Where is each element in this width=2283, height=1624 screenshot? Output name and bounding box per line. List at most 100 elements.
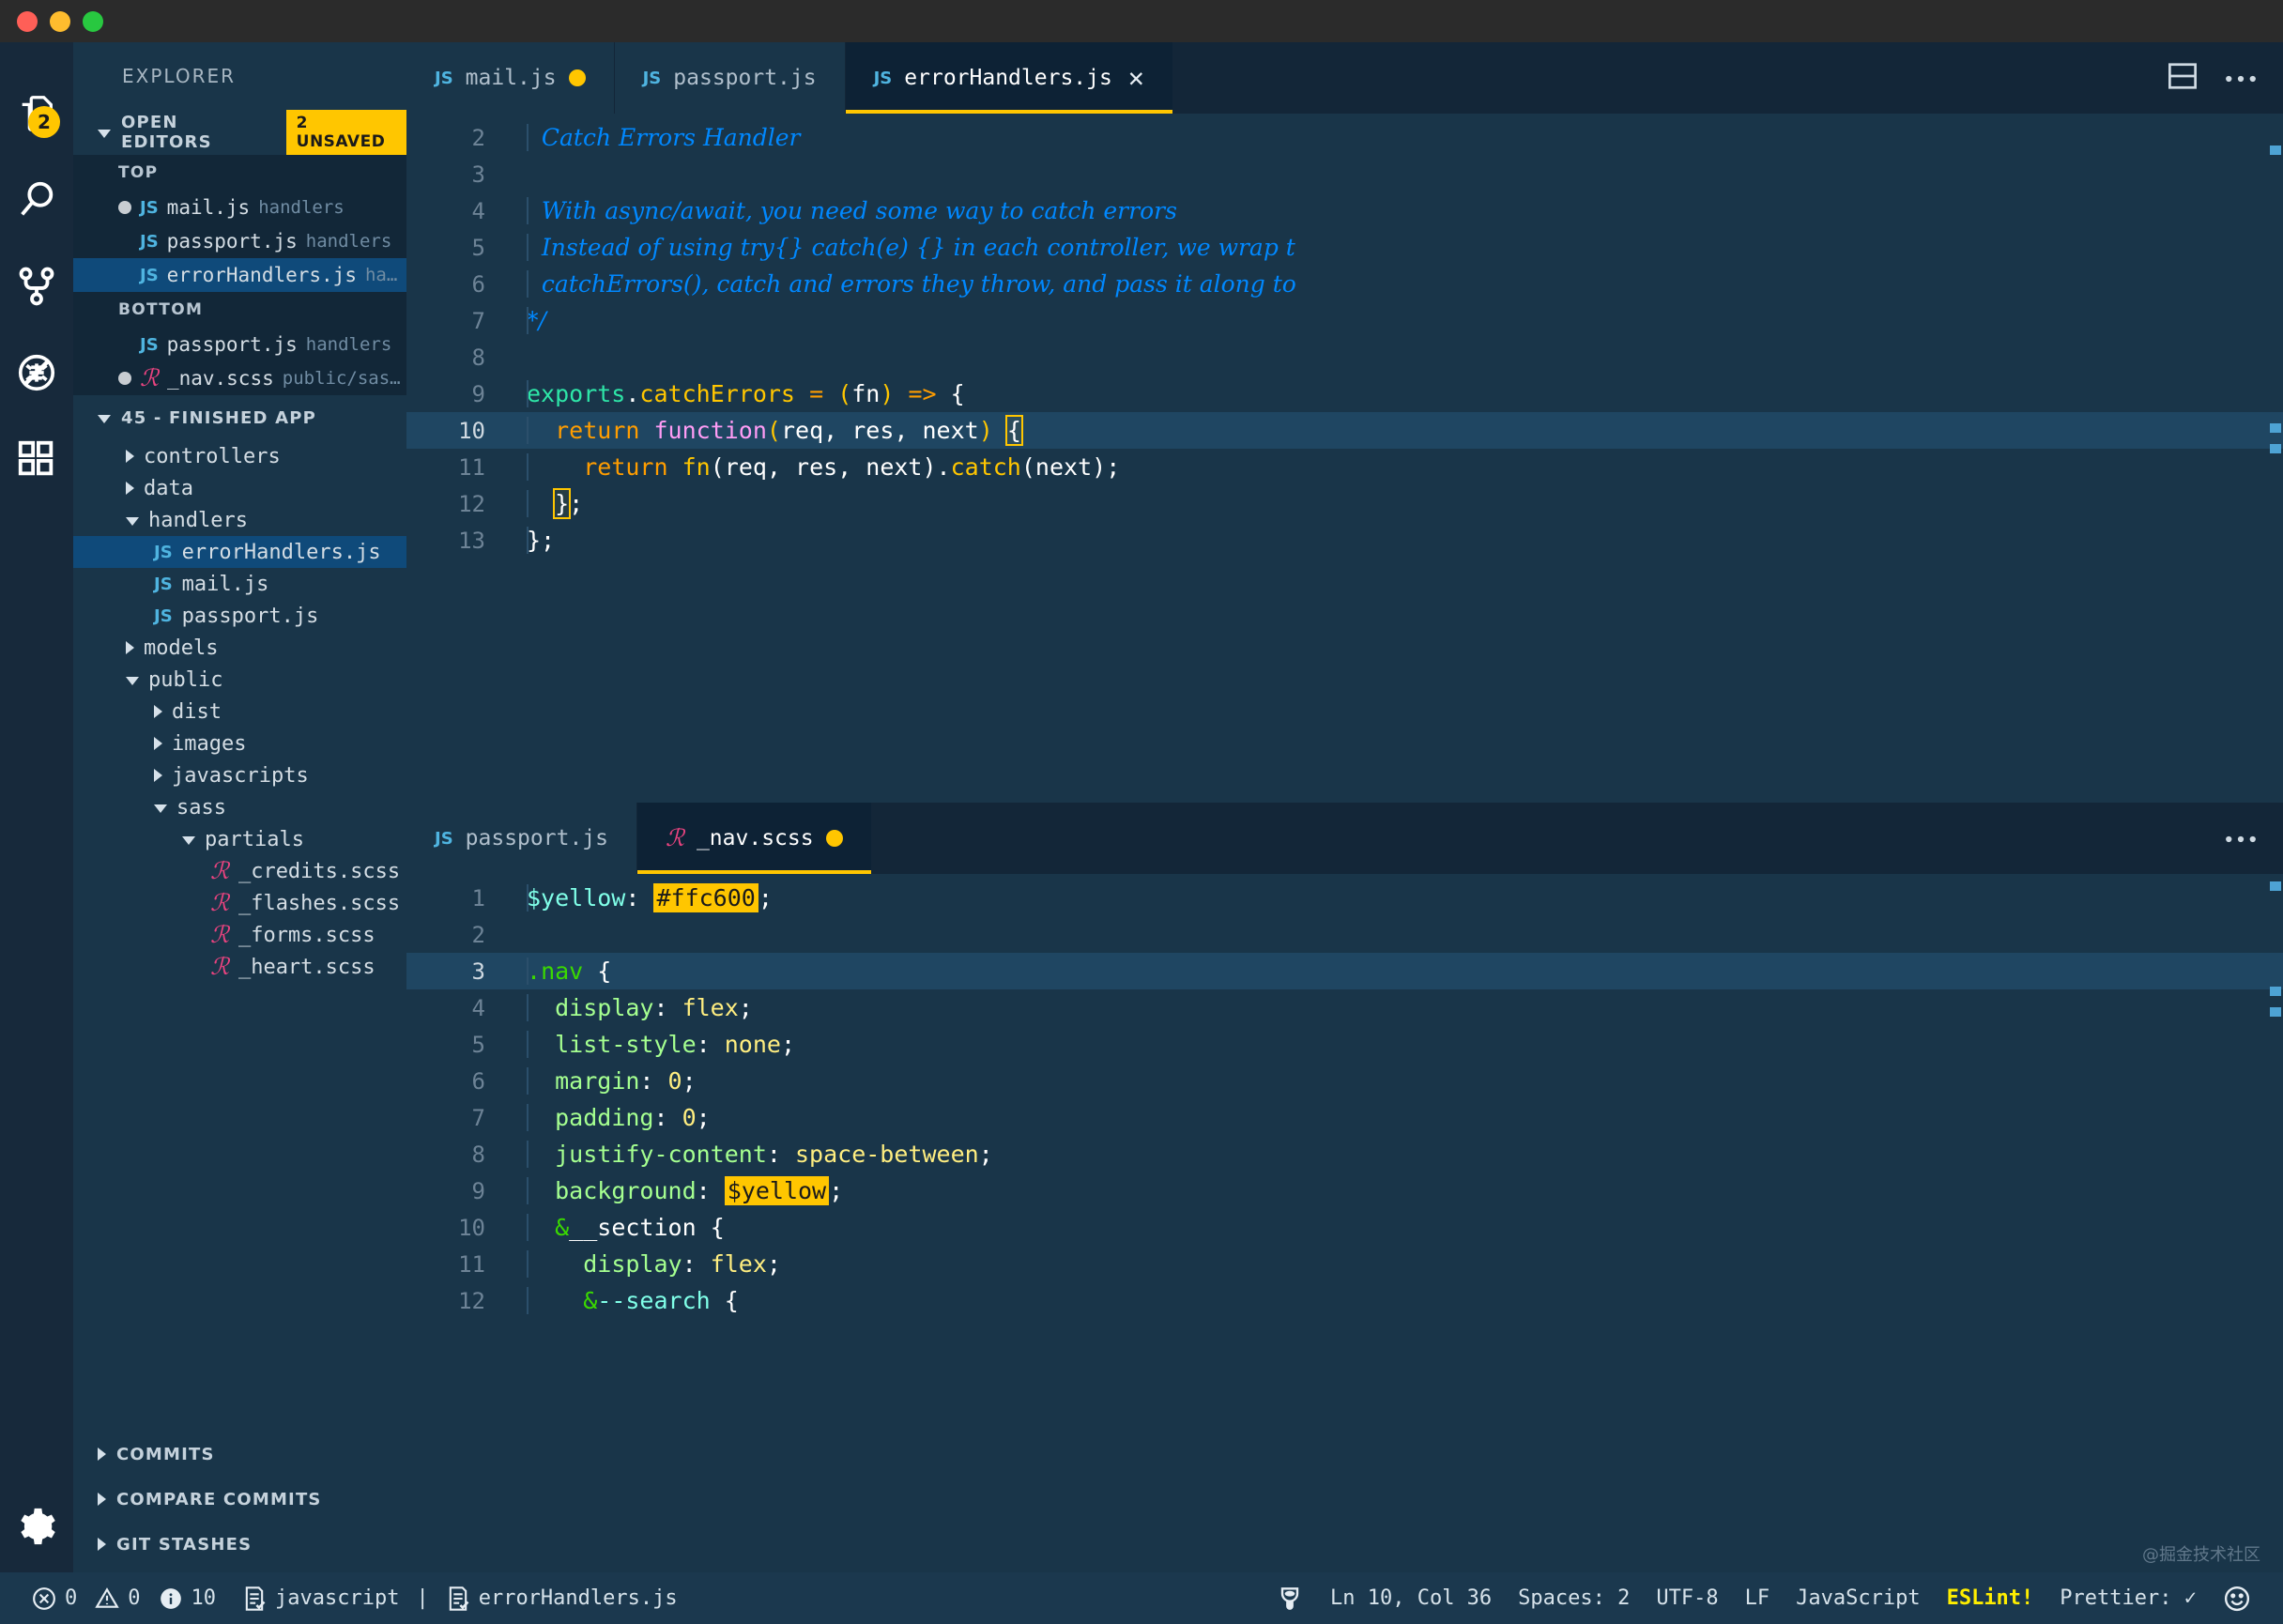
line-number: 6 [471, 270, 485, 298]
close-window-button[interactable] [17, 10, 38, 32]
minimap-top[interactable] [2268, 114, 2283, 803]
more-actions-icon[interactable] [2225, 69, 2257, 87]
open-editor-row[interactable]: JS passport.js handlers [73, 224, 406, 258]
tree-row[interactable]: public [73, 664, 406, 696]
code-line[interactable]: 7 padding: 0; [406, 1099, 2283, 1136]
code-token: 0 [682, 1104, 697, 1131]
section-compare-commits[interactable]: COMPARE COMMITS [73, 1477, 406, 1522]
editor-tab-active[interactable]: ℛ _nav.scss [637, 803, 872, 874]
open-editor-row[interactable]: ℛ _nav.scss public/sass/pa… [73, 361, 406, 395]
open-editor-row[interactable]: JS passport.js handlers [73, 328, 406, 361]
status-language-mode[interactable]: JavaScript [1783, 1586, 1933, 1610]
paint-bucket-icon [1280, 1586, 1299, 1610]
status-indentation[interactable]: Spaces: 2 [1505, 1586, 1643, 1610]
code-line[interactable]: 11 display: flex; [406, 1246, 2283, 1282]
status-language-left[interactable]: javascript [229, 1572, 412, 1624]
code-line[interactable]: 3 [406, 156, 2283, 192]
tree-row[interactable]: ℛ _forms.scss [73, 919, 406, 951]
status-problems[interactable]: 0 0 10 [19, 1572, 229, 1624]
activity-debug[interactable] [0, 329, 73, 416]
code-line[interactable]: 8 justify-content: space-between; [406, 1136, 2283, 1172]
code-line[interactable]: 3 .nav { [406, 953, 2283, 989]
tab-label: errorHandlers.js [904, 66, 1112, 90]
tree-row[interactable]: ℛ _heart.scss [73, 951, 406, 983]
project-folder-header[interactable]: 45 - FINISHED APP [73, 395, 406, 440]
status-active-file[interactable]: errorHandlers.js [433, 1572, 691, 1624]
tree-row[interactable]: handlers [73, 504, 406, 536]
open-editors-label: OPEN EDITORS [121, 113, 212, 152]
code-line[interactable]: 6 margin: 0; [406, 1063, 2283, 1099]
sidebar: EXPLORER OPEN EDITORS 2 UNSAVED TOP JS m… [73, 42, 406, 1572]
tree-row[interactable]: controllers [73, 440, 406, 472]
status-eslint[interactable]: ESLint! [1934, 1586, 2047, 1610]
activity-search[interactable] [0, 157, 73, 243]
tree-row[interactable]: models [73, 632, 406, 664]
tree-row[interactable]: JS passport.js [73, 600, 406, 632]
tree-row[interactable]: sass [73, 791, 406, 823]
code-token: { [597, 958, 612, 985]
editor-tab-active[interactable]: JS errorHandlers.js ✕ [845, 42, 1173, 114]
open-editor-row[interactable]: JS mail.js handlers [73, 191, 406, 224]
tree-row[interactable]: images [73, 728, 406, 759]
close-icon[interactable]: ✕ [1128, 65, 1144, 91]
code-line[interactable]: 12 &--search { [406, 1282, 2283, 1319]
tree-row[interactable]: ℛ _flashes.scss [73, 887, 406, 919]
activity-extensions[interactable] [0, 416, 73, 502]
code-line[interactable]: 5 list-style: none; [406, 1026, 2283, 1063]
status-prettier[interactable]: Prettier: ✓ [2046, 1586, 2210, 1610]
maximize-window-button[interactable] [83, 10, 103, 32]
code-line[interactable]: 4 display: flex; [406, 989, 2283, 1026]
code-line[interactable]: 4 With async/await, you need some way to… [406, 192, 2283, 229]
code-line[interactable]: 7 */ [406, 302, 2283, 339]
status-eol[interactable]: LF [1732, 1586, 1784, 1610]
code-line[interactable]: 9 exports.catchErrors = (fn) => { [406, 375, 2283, 412]
editor-tab[interactable]: JS mail.js [406, 42, 615, 114]
open-editors-header[interactable]: OPEN EDITORS 2 UNSAVED [73, 110, 406, 155]
tree-row[interactable]: ℛ _credits.scss [73, 855, 406, 887]
code-line[interactable]: 8 [406, 339, 2283, 375]
status-encoding[interactable]: UTF-8 [1643, 1586, 1731, 1610]
tree-row-selected[interactable]: JS errorHandlers.js [73, 536, 406, 568]
tree-row[interactable]: javascripts [73, 759, 406, 791]
section-git-stashes[interactable]: GIT STASHES [73, 1522, 406, 1567]
code-line[interactable]: 10 return function(req, res, next) { [406, 412, 2283, 449]
minimize-window-button[interactable] [50, 10, 70, 32]
code-line[interactable]: 5 Instead of using try{} catch(e) {} in … [406, 229, 2283, 266]
section-commits[interactable]: COMMITS [73, 1432, 406, 1477]
dirty-indicator-icon[interactable] [568, 69, 586, 86]
status-color-theme[interactable] [1263, 1584, 1317, 1614]
tree-row[interactable]: data [73, 472, 406, 504]
tree-row[interactable]: dist [73, 696, 406, 728]
dirty-indicator-icon[interactable] [825, 830, 843, 847]
editor-tab[interactable]: JS passport.js [614, 42, 846, 114]
status-cursor-position[interactable]: Ln 10, Col 36 [1317, 1586, 1505, 1610]
chevron-right-icon [154, 737, 162, 750]
split-editor-icon[interactable] [2167, 62, 2199, 94]
code-line[interactable]: 9 background: $yellow; [406, 1172, 2283, 1209]
activity-source-control[interactable] [0, 243, 73, 329]
code-line[interactable]: 1 $yellow: #ffc600; [406, 880, 2283, 916]
open-editor-row-selected[interactable]: JS errorHandlers.js handler… [73, 258, 406, 292]
code-line[interactable]: 2 [406, 916, 2283, 953]
code-line[interactable]: 12 }; [406, 485, 2283, 522]
code-line[interactable]: 11 return fn(req, res, next).catch(next)… [406, 449, 2283, 485]
code-text: return fn(req, res, next).catch(next); [510, 453, 2283, 481]
editor-tab[interactable]: JS passport.js [406, 803, 637, 874]
status-feedback[interactable] [2210, 1585, 2264, 1613]
code-token: --search [597, 1287, 711, 1314]
activity-manage[interactable] [0, 1505, 73, 1548]
code-editor-top[interactable]: 2 Catch Errors Handler 3 4 With async/awai… [406, 114, 2283, 803]
code-line[interactable]: 13}; [406, 522, 2283, 559]
line-number: 4 [471, 197, 485, 224]
code-line[interactable]: 6 catchErrors(), catch and errors they t… [406, 266, 2283, 302]
activity-explorer[interactable]: 2 [0, 70, 73, 157]
code-line[interactable]: 2 Catch Errors Handler [406, 119, 2283, 156]
file-name: mail.js [166, 196, 251, 219]
minimap-bottom[interactable] [2268, 874, 2283, 1572]
code-editor-bottom[interactable]: 1 $yellow: #ffc600; 2 3 .nav {4 display: fle… [406, 874, 2283, 1572]
code-line[interactable]: 10 &__section { [406, 1209, 2283, 1246]
tree-row[interactable]: JS mail.js [73, 568, 406, 600]
tree-row[interactable]: partials [73, 823, 406, 855]
more-actions-icon[interactable] [2225, 830, 2257, 848]
